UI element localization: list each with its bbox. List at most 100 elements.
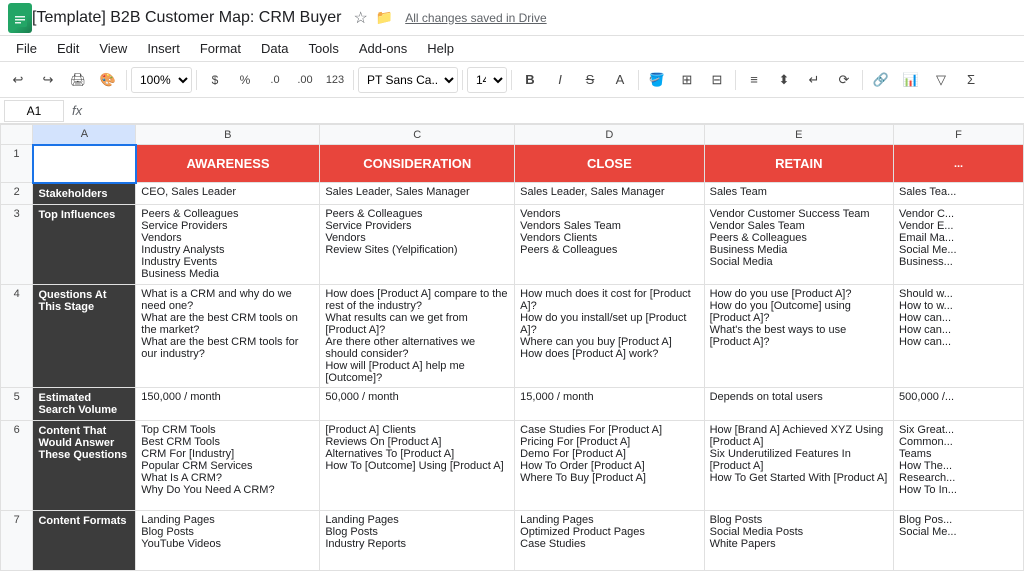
bold-button[interactable]: B [516,66,544,94]
font-size-select[interactable]: 14 [467,67,507,93]
formula-bar: fx [0,98,1024,124]
row-header-3[interactable]: 3 [1,204,33,284]
menu-help[interactable]: Help [419,39,462,58]
function-button[interactable]: Σ [957,66,985,94]
zoom-select[interactable]: 100% [131,67,192,93]
menu-insert[interactable]: Insert [139,39,188,58]
print-button[interactable]: 🖨 [64,66,92,94]
wrap-button[interactable]: ↵ [800,66,828,94]
undo-button[interactable]: ↩ [4,66,32,94]
cell-a6[interactable]: Content That Would Answer These Question… [33,420,136,510]
col-header-a[interactable]: A [33,125,136,145]
cell-reference-input[interactable] [4,100,64,122]
cell-b6[interactable]: Top CRM Tools Best CRM Tools CRM For [In… [136,420,320,510]
cell-b7[interactable]: Landing Pages Blog Posts YouTube Videos [136,510,320,570]
cell-e4[interactable]: How do you use [Product A]? How do you [… [704,284,893,387]
star-icon[interactable]: ☆ [353,8,367,28]
cell-e6[interactable]: How [Brand A] Achieved XYZ Using [Produc… [704,420,893,510]
col-header-d[interactable]: D [515,125,704,145]
cell-f7[interactable]: Blog Pos... Social Me... [894,510,1024,570]
row-header-1[interactable]: 1 [1,145,33,183]
cell-c2[interactable]: Sales Leader, Sales Manager [320,183,515,205]
cell-b5[interactable]: 150,000 / month [136,387,320,420]
cell-d4[interactable]: How much does it cost for [Product A]? H… [515,284,704,387]
cell-d6[interactable]: Case Studies For [Product A] Pricing For… [515,420,704,510]
cell-f4[interactable]: Should w... How to w... How can... How c… [894,284,1024,387]
filter-button[interactable]: ▽ [927,66,955,94]
borders-button[interactable]: ⊞ [673,66,701,94]
currency-button[interactable]: $ [201,66,229,94]
col-header-e[interactable]: E [704,125,893,145]
cell-b3[interactable]: Peers & Colleagues Service Providers Ven… [136,204,320,284]
redo-button[interactable]: ↪ [34,66,62,94]
cell-a3[interactable]: Top Influences [33,204,136,284]
paint-format-button[interactable]: 🎨 [94,66,122,94]
align-button[interactable]: ≡ [740,66,768,94]
cell-d5[interactable]: 15,000 / month [515,387,704,420]
cell-a2[interactable]: Stakeholders [33,183,136,205]
menu-edit[interactable]: Edit [49,39,87,58]
toolbar-separator-1 [126,70,127,90]
cell-f5[interactable]: 500,000 /... [894,387,1024,420]
row-header-7[interactable]: 7 [1,510,33,570]
cell-b1-awareness[interactable]: AWARENESS [136,145,320,183]
cell-b4[interactable]: What is a CRM and why do we need one? Wh… [136,284,320,387]
cell-c4[interactable]: How does [Product A] compare to the rest… [320,284,515,387]
decimal-increase-button[interactable]: .00 [291,66,319,94]
decimal-decrease-button[interactable]: .0 [261,66,289,94]
corner-header [1,125,33,145]
menu-view[interactable]: View [91,39,135,58]
cell-a1[interactable] [33,145,136,183]
italic-button[interactable]: I [546,66,574,94]
menu-tools[interactable]: Tools [300,39,346,58]
cell-f1[interactable]: ... [894,145,1024,183]
menu-addons[interactable]: Add-ons [351,39,415,58]
cell-e5[interactable]: Depends on total users [704,387,893,420]
toolbar-separator-3 [353,70,354,90]
font-select[interactable]: PT Sans Ca... [358,67,458,93]
row-header-6[interactable]: 6 [1,420,33,510]
merge-button[interactable]: ⊟ [703,66,731,94]
strikethrough-button[interactable]: S [576,66,604,94]
cell-d2[interactable]: Sales Leader, Sales Manager [515,183,704,205]
cell-c7[interactable]: Landing Pages Blog Posts Industry Report… [320,510,515,570]
cell-d1-close[interactable]: CLOSE [515,145,704,183]
cell-f6[interactable]: Six Great... Common... Teams How The... … [894,420,1024,510]
col-header-f[interactable]: F [894,125,1024,145]
cell-f3[interactable]: Vendor C... Vendor E... Email Ma... Soci… [894,204,1024,284]
row-header-4[interactable]: 4 [1,284,33,387]
folder-icon[interactable]: 📁 [376,9,393,26]
format-number-button[interactable]: 123 [321,66,349,94]
chart-button[interactable]: 📊 [897,66,925,94]
toolbar-separator-6 [638,70,639,90]
row-header-2[interactable]: 2 [1,183,33,205]
cell-e7[interactable]: Blog Posts Social Media Posts White Pape… [704,510,893,570]
percent-button[interactable]: % [231,66,259,94]
valign-button[interactable]: ⬍ [770,66,798,94]
row-header-5[interactable]: 5 [1,387,33,420]
cell-d7[interactable]: Landing Pages Optimized Product Pages Ca… [515,510,704,570]
cell-e2[interactable]: Sales Team [704,183,893,205]
cell-c3[interactable]: Peers & Colleagues Service Providers Ven… [320,204,515,284]
cell-e3[interactable]: Vendor Customer Success Team Vendor Sale… [704,204,893,284]
cell-f2[interactable]: Sales Tea... [894,183,1024,205]
menu-data[interactable]: Data [253,39,296,58]
cell-d3[interactable]: Vendors Vendors Sales Team Vendors Clien… [515,204,704,284]
col-header-c[interactable]: C [320,125,515,145]
cell-a7[interactable]: Content Formats [33,510,136,570]
cell-c5[interactable]: 50,000 / month [320,387,515,420]
cell-a4[interactable]: Questions At This Stage [33,284,136,387]
cell-c1-consideration[interactable]: CONSIDERATION [320,145,515,183]
menu-file[interactable]: File [8,39,45,58]
cell-c6[interactable]: [Product A] Clients Reviews On [Product … [320,420,515,510]
cell-e1-retain[interactable]: RETAIN [704,145,893,183]
text-color-button[interactable]: A [606,66,634,94]
fill-color-button[interactable]: 🪣 [643,66,671,94]
cell-a5[interactable]: Estimated Search Volume [33,387,136,420]
menu-format[interactable]: Format [192,39,249,58]
link-button[interactable]: 🔗 [867,66,895,94]
col-header-b[interactable]: B [136,125,320,145]
rotate-button[interactable]: ⟳ [830,66,858,94]
cell-b2[interactable]: CEO, Sales Leader [136,183,320,205]
formula-input[interactable] [90,100,1020,122]
